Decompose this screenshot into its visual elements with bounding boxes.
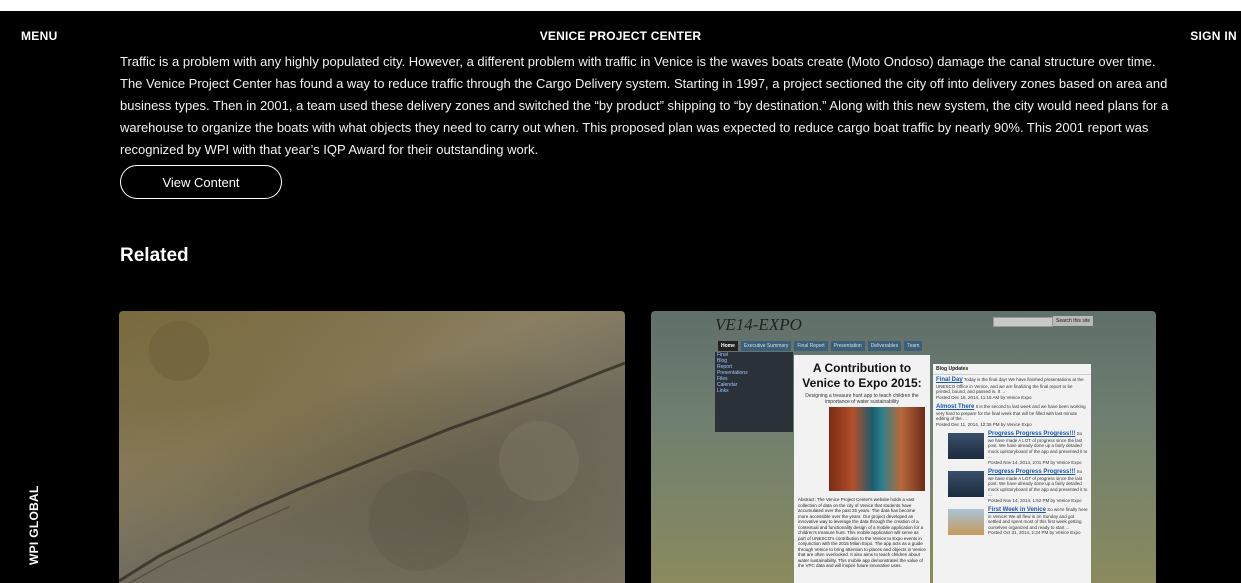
- ss-post-title: Final Day: [936, 377, 963, 383]
- ss-sidebar-item: Links: [717, 388, 729, 394]
- sign-in-button[interactable]: SIGN IN: [1190, 29, 1237, 43]
- related-card-stone-wall[interactable]: [119, 311, 625, 583]
- ss-nav-team: Team: [904, 341, 923, 351]
- ss-blog-post: First Week in Venice So we're finally he…: [933, 505, 1091, 538]
- ss-post-title: First Week in Venice: [988, 507, 1046, 513]
- ss-main-panel: A Contribution to Venice to Expo 2015: D…: [794, 355, 930, 583]
- site-title[interactable]: VENICE PROJECT CENTER: [0, 29, 1241, 43]
- wpi-global-link[interactable]: WPI GLOBAL: [27, 485, 41, 565]
- ss-post-thumbnail: [948, 471, 984, 497]
- ss-subheading: Designing a treasure hunt app to teach c…: [805, 393, 919, 405]
- ss-site-title: VE14-EXPO: [715, 315, 802, 334]
- ss-post-meta: Posted Nov 14, 2014, 1:52 PM by Venice E…: [988, 497, 1082, 503]
- ss-blog-post: Progress Progress Progress!!! So we have…: [933, 429, 1091, 467]
- view-content-button[interactable]: View Content: [120, 165, 282, 199]
- related-card-ve14-expo[interactable]: VE14-EXPO Search this site Home Executiv…: [651, 311, 1156, 583]
- ss-post-title: Progress Progress Progress!!!: [988, 431, 1076, 437]
- stone-wall-image: [119, 321, 625, 583]
- project-description: Traffic is a problem with any highly pop…: [120, 54, 1169, 157]
- ss-nav-home: Home: [718, 341, 738, 351]
- ss-blog-title: Blog Updates: [933, 364, 1091, 375]
- ss-nav-final-report: Final Report: [794, 341, 828, 351]
- ss-blog-post: Progress Progress Progress!!! So we have…: [933, 467, 1091, 505]
- ss-nav-presentation: Presentation: [830, 341, 865, 351]
- ss-abstract: Abstract: The Venice Project Center's we…: [798, 497, 926, 568]
- ss-blog-post: Final Day Today is the final day! We hav…: [933, 375, 1091, 402]
- ss-post-title: Almost There: [936, 404, 975, 410]
- ss-post-meta: Posted Oct 31, 2014, 2:34 PM by Venice E…: [988, 530, 1081, 535]
- ss-nav-deliverables: Deliverables: [867, 341, 902, 351]
- ss-post-meta: Posted Dec 11, 2014, 12:36 PM by Venice …: [936, 421, 1032, 427]
- ss-post-title: Progress Progress Progress!!!: [988, 469, 1076, 475]
- ss-post-meta: Posted Dec 16, 2014, 11:16 AM by Venice …: [936, 394, 1032, 400]
- related-heading: Related: [120, 245, 189, 266]
- ss-heading: A Contribution to Venice to Expo 2015:: [802, 361, 922, 390]
- ss-venice-canal-photo: [829, 407, 925, 491]
- ss-sidebar: Final Blog Report Presentations Files Ca…: [715, 352, 793, 432]
- ss-post-thumbnail: [948, 433, 984, 459]
- ss-search-button: Search this site: [1053, 316, 1094, 326]
- ss-nav: Home Executive Summary Final Report Pres…: [718, 341, 923, 351]
- ss-post-meta: Posted Nov 14, 2014, 2:01 PM by Venice E…: [988, 459, 1082, 465]
- ss-nav-executive-summary: Executive Summary: [740, 341, 792, 351]
- ss-blog-post: Almost There It is the second to last we…: [933, 402, 1091, 429]
- ss-blog-panel: Blog Updates Final Day Today is the fina…: [933, 364, 1091, 583]
- ss-post-thumbnail: [948, 509, 984, 535]
- ss-search-input: [993, 317, 1053, 327]
